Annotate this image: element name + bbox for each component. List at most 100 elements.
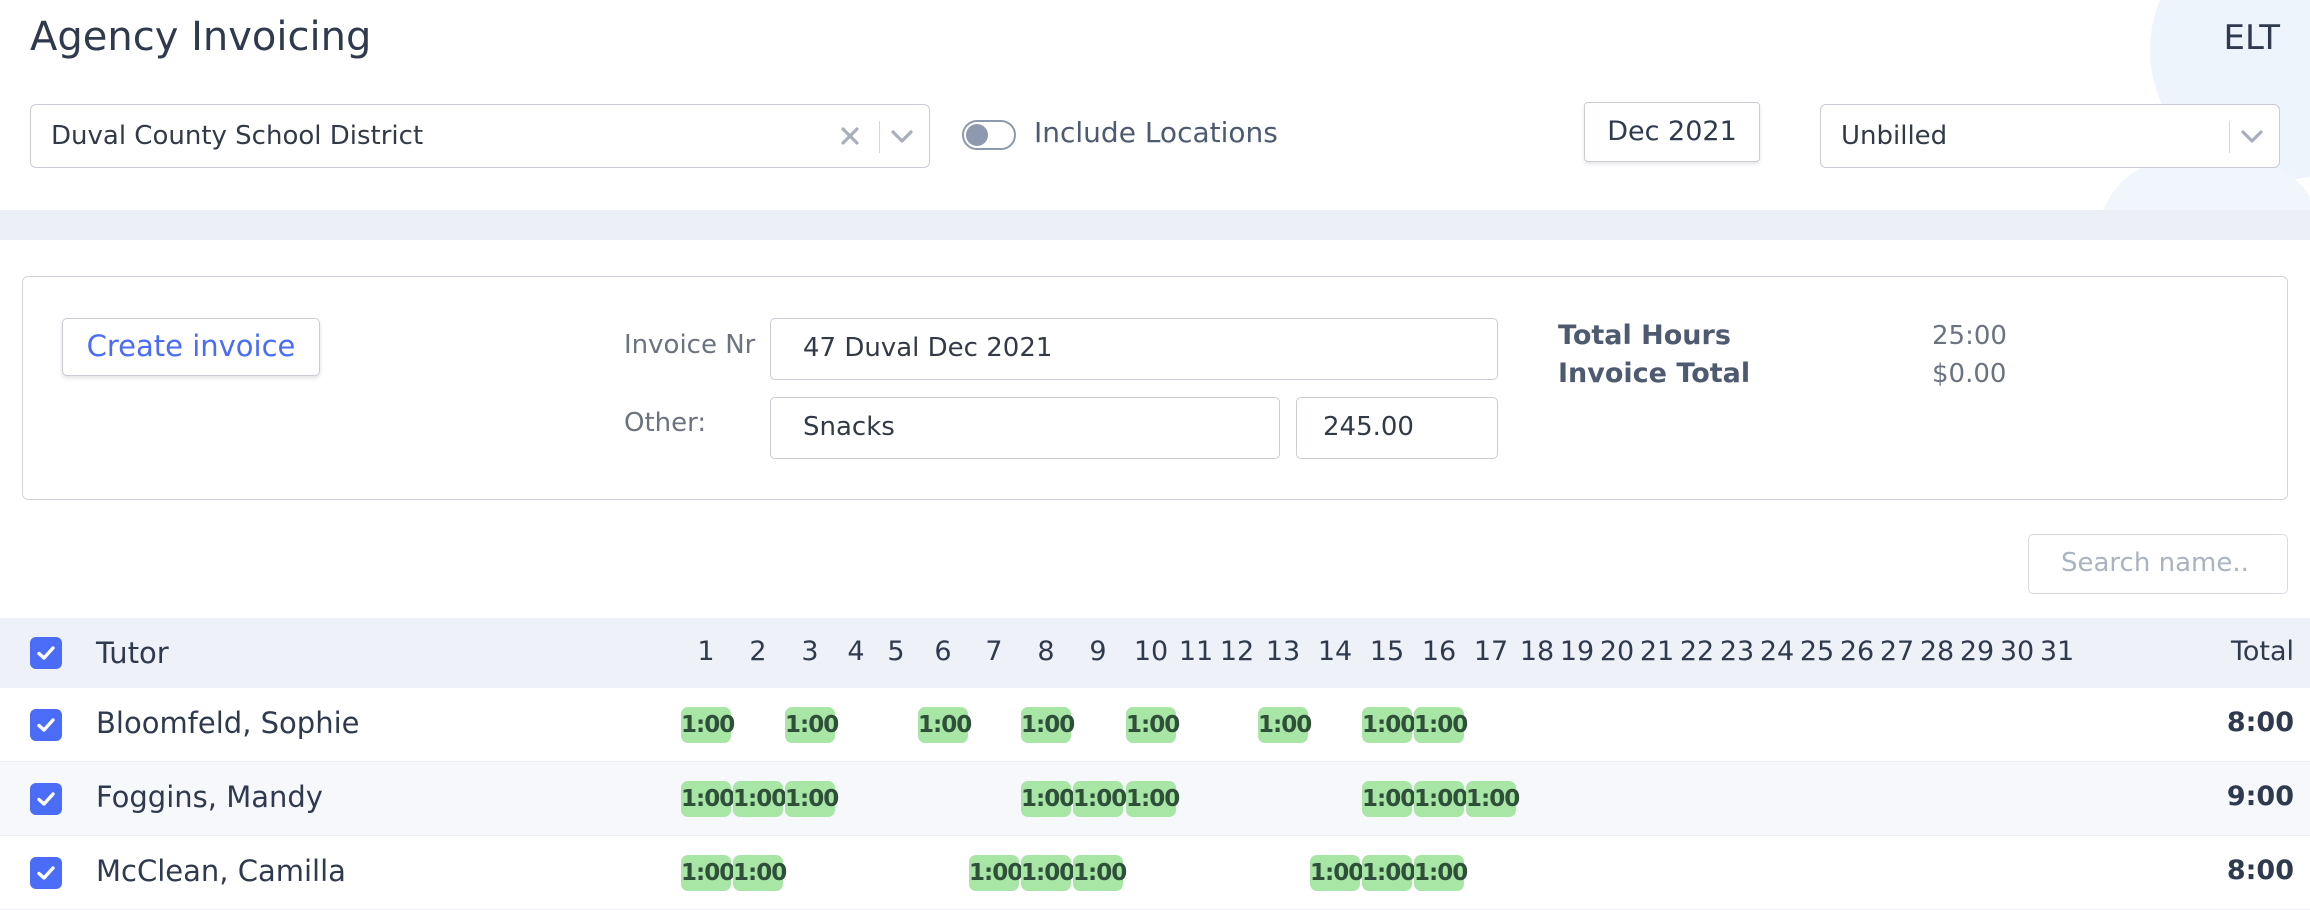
- day-column-header: 25: [1799, 636, 1835, 667]
- hours-entry[interactable]: 1:00: [1073, 781, 1127, 817]
- hours-entry[interactable]: 1:00: [1126, 707, 1180, 743]
- search-input[interactable]: Search name..: [2028, 534, 2288, 594]
- agency-select-value: Duval County School District: [51, 121, 424, 151]
- select-separator: [879, 121, 880, 153]
- clear-icon[interactable]: [833, 119, 867, 153]
- day-column-header: 27: [1879, 636, 1915, 667]
- hours-entry[interactable]: 1:00: [1021, 781, 1075, 817]
- row-checkbox[interactable]: [30, 857, 62, 889]
- day-column-header: 20: [1599, 636, 1635, 667]
- day-column-header: 15: [1369, 636, 1405, 667]
- day-column-header: 4: [847, 636, 865, 667]
- day-column-header: 8: [1037, 636, 1055, 667]
- hours-entry[interactable]: 1:00: [1310, 855, 1364, 891]
- day-column-header: 29: [1959, 636, 1995, 667]
- day-column-header: 30: [1999, 636, 2035, 667]
- create-invoice-button[interactable]: Create invoice: [62, 318, 320, 376]
- hours-entry[interactable]: 1:00: [681, 855, 735, 891]
- hours-entry[interactable]: 1:00: [1414, 781, 1468, 817]
- brand-logo: ELT: [2223, 18, 2280, 58]
- day-column-header: 6: [934, 636, 952, 667]
- day-column-header: 14: [1317, 636, 1353, 667]
- day-column-header: 12: [1219, 636, 1255, 667]
- table-row: McClean, Camilla 1:00 1:00 1:00 1:00 1:00 1:00…: [0, 836, 2310, 910]
- toggle-knob: [966, 124, 988, 146]
- row-total: 8:00: [2226, 707, 2294, 738]
- include-locations-label: Include Locations: [1034, 116, 1278, 149]
- day-column-header: 17: [1473, 636, 1509, 667]
- table-row: Bloomfeld, Sophie 1:00 1:00 1:00 1:00 1:00 1:0…: [0, 688, 2310, 762]
- day-column-header: 10: [1133, 636, 1169, 667]
- day-column-header: 3: [801, 636, 819, 667]
- row-checkbox[interactable]: [30, 709, 62, 741]
- other-amount-field[interactable]: 245.00: [1296, 397, 1498, 459]
- tutor-column-header: Tutor: [96, 636, 169, 670]
- day-column-header: 18: [1519, 636, 1555, 667]
- hours-entry[interactable]: 1:00: [1126, 781, 1180, 817]
- hours-entry[interactable]: 1:00: [785, 781, 839, 817]
- hours-entry[interactable]: 1:00: [785, 707, 839, 743]
- total-column-header: Total: [2230, 636, 2294, 667]
- status-select[interactable]: Unbilled: [1820, 104, 2280, 168]
- day-column-header: 28: [1919, 636, 1955, 667]
- page-title: Agency Invoicing: [30, 14, 372, 60]
- other-label: Other:: [624, 408, 707, 438]
- day-column-header: 21: [1639, 636, 1675, 667]
- day-column-header: 31: [2039, 636, 2075, 667]
- hours-entry[interactable]: 1:00: [733, 855, 787, 891]
- hours-entry[interactable]: 1:00: [681, 707, 735, 743]
- invoice-nr-label: Invoice Nr: [624, 330, 756, 360]
- row-total: 9:00: [2226, 781, 2294, 812]
- chevron-down-icon[interactable]: [885, 119, 919, 153]
- day-column-header: 2: [749, 636, 767, 667]
- page-header: Agency Invoicing ELT Duval County School…: [0, 0, 2310, 210]
- total-hours-label: Total Hours: [1558, 320, 1731, 351]
- select-separator: [2229, 121, 2230, 153]
- hours-entry[interactable]: 1:00: [1021, 707, 1075, 743]
- hours-entry[interactable]: 1:00: [681, 781, 735, 817]
- hours-entry[interactable]: 1:00: [1073, 855, 1127, 891]
- select-all-checkbox[interactable]: [30, 637, 62, 669]
- day-column-header: 5: [887, 636, 905, 667]
- day-column-header: 22: [1679, 636, 1715, 667]
- include-locations-toggle[interactable]: [962, 120, 1016, 150]
- invoice-total-label: Invoice Total: [1558, 358, 1751, 389]
- agency-select[interactable]: Duval County School District: [30, 104, 930, 168]
- chevron-down-icon[interactable]: [2235, 119, 2269, 153]
- day-column-header: 11: [1178, 636, 1214, 667]
- day-column-header: 1: [697, 636, 715, 667]
- hours-entry[interactable]: 1:00: [733, 781, 787, 817]
- header-band: [0, 210, 2310, 240]
- day-column-header: 26: [1839, 636, 1875, 667]
- hours-entry[interactable]: 1:00: [1414, 855, 1468, 891]
- day-column-header: 23: [1719, 636, 1755, 667]
- month-picker-button[interactable]: Dec 2021: [1584, 102, 1760, 162]
- total-hours-value: 25:00: [1932, 321, 2007, 351]
- tutor-name[interactable]: McClean, Camilla: [96, 854, 346, 888]
- row-total: 8:00: [2226, 855, 2294, 886]
- other-description-field[interactable]: Snacks: [770, 397, 1280, 459]
- table-row: Foggins, Mandy 1:00 1:00 1:00 1:00 1:00 1:00 1:…: [0, 762, 2310, 836]
- tutor-name[interactable]: Bloomfeld, Sophie: [96, 706, 359, 740]
- invoice-nr-field[interactable]: 47 Duval Dec 2021: [770, 318, 1498, 380]
- day-column-header: 7: [985, 636, 1003, 667]
- hours-entry[interactable]: 1:00: [1414, 707, 1468, 743]
- day-column-header: 13: [1265, 636, 1301, 667]
- status-select-value: Unbilled: [1841, 121, 1948, 151]
- hours-entry[interactable]: 1:00: [918, 707, 972, 743]
- invoice-total-value: $0.00: [1932, 359, 2007, 389]
- day-column-header: 16: [1421, 636, 1457, 667]
- hours-entry[interactable]: 1:00: [1466, 781, 1520, 817]
- hours-entry[interactable]: 1:00: [1258, 707, 1312, 743]
- hours-entry[interactable]: 1:00: [1362, 781, 1416, 817]
- table-header-row: Tutor 1 2 3 4 5 6 7 8 9 10 11 12 13 14 15 16 17 18 19 20 21 22…: [0, 618, 2310, 688]
- hours-entry[interactable]: 1:00: [1362, 855, 1416, 891]
- hours-entry[interactable]: 1:00: [969, 855, 1023, 891]
- hours-entry[interactable]: 1:00: [1021, 855, 1075, 891]
- hours-entry[interactable]: 1:00: [1362, 707, 1416, 743]
- day-column-header: 9: [1089, 636, 1107, 667]
- row-checkbox[interactable]: [30, 783, 62, 815]
- day-column-header: 19: [1559, 636, 1595, 667]
- tutor-name[interactable]: Foggins, Mandy: [96, 780, 323, 814]
- day-column-header: 24: [1759, 636, 1795, 667]
